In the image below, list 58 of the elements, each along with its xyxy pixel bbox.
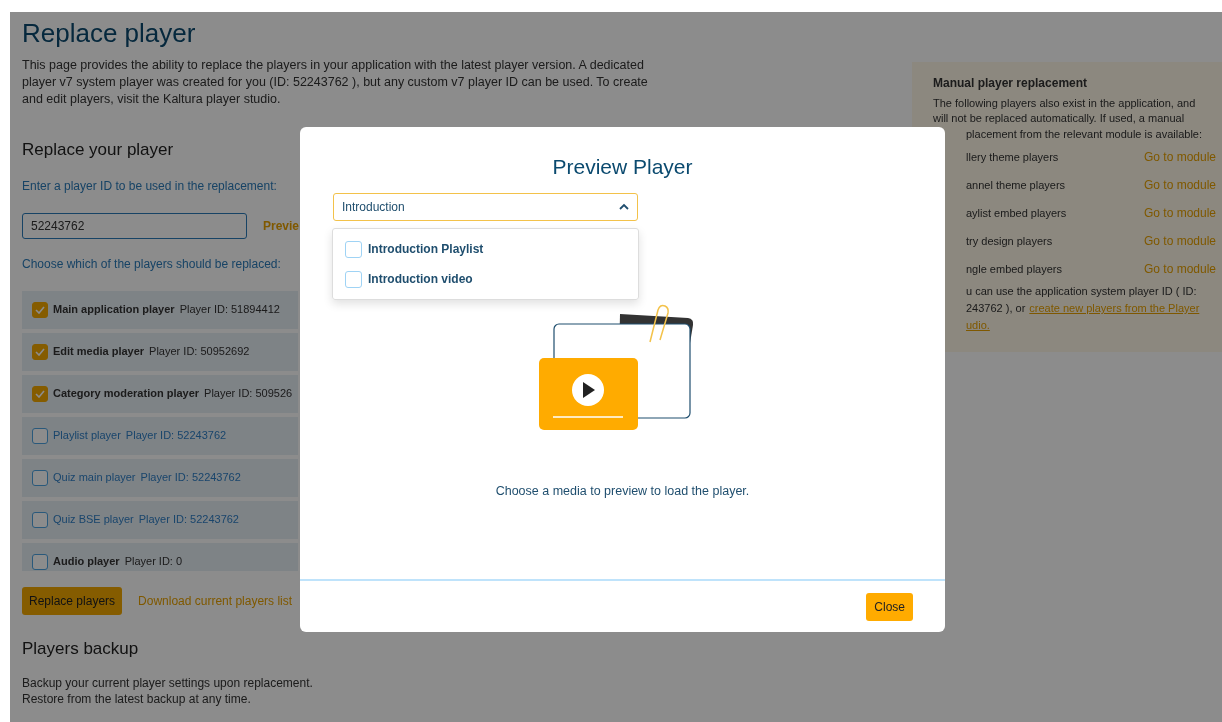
checkbox[interactable] bbox=[32, 301, 48, 318]
checkbox[interactable] bbox=[32, 553, 48, 570]
checkmark-icon bbox=[35, 389, 45, 398]
module-name: annel theme players bbox=[966, 177, 1066, 193]
player-studio-link[interactable]: create new players from the Player bbox=[1029, 300, 1200, 317]
player-id: Player ID: 509526 bbox=[204, 386, 293, 402]
backup-text: Backup your current player settings upon replacement. bbox=[22, 674, 314, 691]
player-id: Player ID: 0 bbox=[124, 554, 183, 570]
dropdown-option[interactable]: Introduction video bbox=[345, 267, 626, 292]
panel-title: Manual player replacement bbox=[933, 75, 1089, 92]
player-id: Player ID: 50952692 bbox=[149, 344, 250, 360]
player-id: Player ID: 52243762 bbox=[138, 512, 239, 528]
checkbox[interactable] bbox=[32, 385, 48, 402]
player-name: Playlist player bbox=[53, 428, 121, 444]
player-name: Quiz main player bbox=[53, 470, 136, 486]
caret-icon bbox=[619, 203, 629, 212]
checkbox[interactable] bbox=[32, 343, 48, 360]
panel-description: The following players also exist in the application, and bbox=[933, 96, 1197, 111]
dialog-message: Choose a media to preview to load the player. bbox=[494, 483, 751, 501]
panel-description: placement from the relevant module is available: bbox=[965, 127, 1203, 142]
go-to-module-link[interactable]: Go to module bbox=[1143, 204, 1216, 222]
page-description: This page provides the ability to replace the players in your application with the latest player version. A dedicated player v7 system player was created for you (ID: 52243762 ), but any custom v7 player ID can be used. To create and edit players, visit the Kaltura player studio. bbox=[22, 57, 649, 109]
player-id: Player ID: 51894412 bbox=[179, 302, 280, 318]
module-name: try design players bbox=[966, 233, 1053, 249]
go-to-module-link[interactable]: Go to module bbox=[1143, 260, 1216, 278]
backup-text: Restore from the latest backup at any time. bbox=[22, 690, 252, 707]
player-id: Player ID: 52243762 bbox=[125, 428, 227, 444]
player-id: Player ID: 52243762 bbox=[140, 470, 241, 486]
go-to-module-link[interactable]: Go to module bbox=[1143, 148, 1216, 166]
player-studio-link[interactable]: udio. bbox=[966, 319, 990, 331]
panel-note: 243762 ), or bbox=[966, 301, 1026, 316]
module-name: ngle embed players bbox=[966, 261, 1062, 277]
close-button[interactable]: Close bbox=[866, 592, 913, 621]
panel-description: will not be replaced automatically. If used, a manual bbox=[933, 111, 1186, 126]
go-to-module-link[interactable]: Go to module bbox=[1143, 176, 1216, 194]
preview-link[interactable]: Previe bbox=[263, 216, 300, 235]
page-title: Replace player bbox=[22, 18, 197, 50]
media-select[interactable]: Introduction bbox=[333, 193, 638, 222]
player-name: Audio player bbox=[53, 554, 120, 570]
dialog-title: Preview Player bbox=[551, 154, 694, 180]
player-name: Main application player bbox=[53, 302, 175, 318]
module-name: llery theme players bbox=[966, 149, 1059, 165]
panel-note: u can use the application system player ID ( ID: bbox=[965, 284, 1198, 299]
field-label: Choose which of the players should be replaced: bbox=[22, 255, 282, 273]
module-name: aylist embed players bbox=[966, 205, 1067, 221]
player-name: Edit media player bbox=[53, 344, 145, 360]
section-title: Players backup bbox=[22, 638, 140, 659]
checkmark-icon bbox=[35, 305, 45, 314]
go-to-module-link[interactable]: Go to module bbox=[1143, 232, 1216, 250]
field-label: Enter a player ID to be used in the replacement: bbox=[22, 177, 278, 195]
player-name: Quiz BSE player bbox=[53, 512, 134, 528]
checkmark-icon bbox=[35, 347, 45, 356]
player-name: Category moderation player bbox=[53, 386, 200, 402]
dropdown-option[interactable]: Introduction Playlist bbox=[345, 237, 626, 262]
replace-players-button[interactable]: Replace players bbox=[22, 586, 123, 615]
section-title: Replace your player bbox=[22, 140, 175, 161]
download-link[interactable]: Download current players list bbox=[138, 591, 293, 610]
player-id-field[interactable]: 52243762 bbox=[22, 212, 247, 239]
